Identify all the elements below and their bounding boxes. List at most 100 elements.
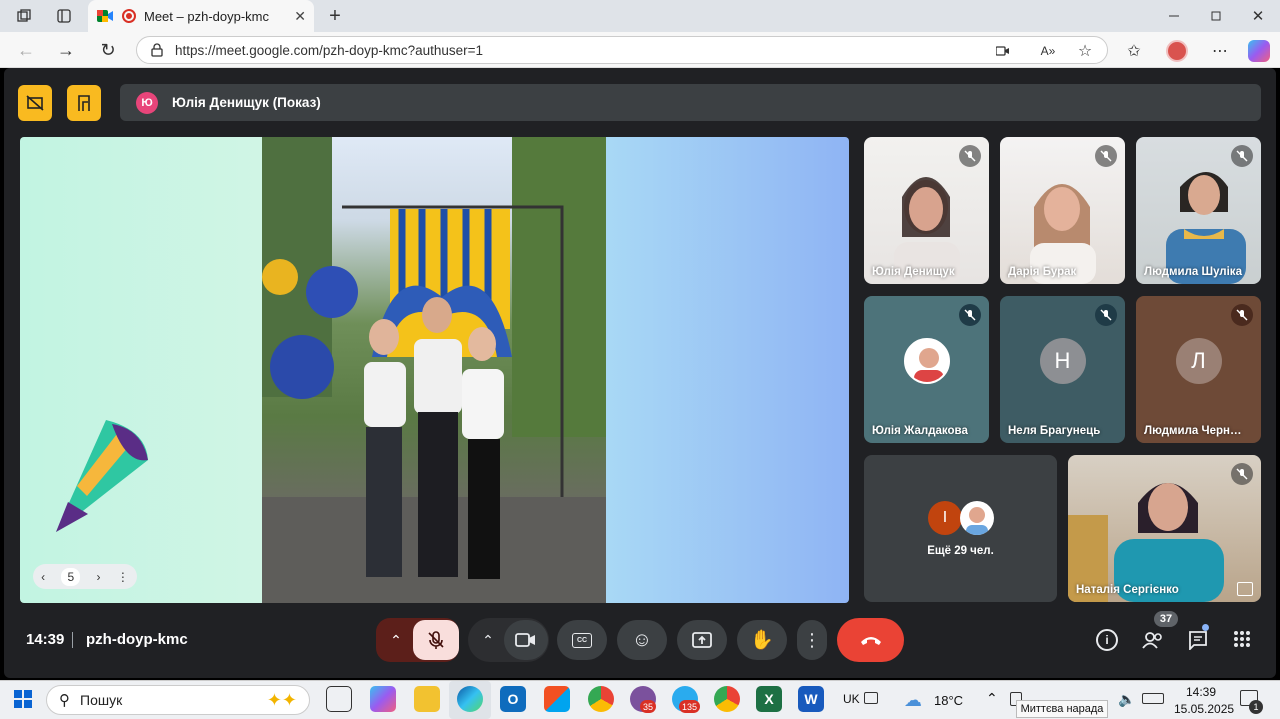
chrome-profile-icon[interactable] — [714, 686, 740, 712]
mic-off-icon — [959, 304, 981, 326]
avatar: Н — [1039, 337, 1086, 384]
new-tab-icon[interactable]: + — [324, 5, 346, 27]
copilot-taskbar-icon[interactable] — [370, 686, 396, 712]
slide-more-icon[interactable]: ⋮ — [117, 570, 129, 584]
forward-icon[interactable]: → — [56, 40, 76, 60]
audio-options-chevron-icon[interactable]: ⌃ — [384, 628, 408, 652]
participant-name: Наталія Сергієнко — [1076, 584, 1179, 596]
profile-avatar[interactable] — [1166, 40, 1188, 62]
participant-name: Дарія Бурак — [1008, 266, 1077, 278]
slide-pager: ‹ 5 › ⋮ — [33, 564, 137, 589]
taskbar-search[interactable]: ⚲ Пошук ✦✦ — [46, 685, 310, 715]
captions-button[interactable]: CC — [557, 620, 607, 660]
participant-tile[interactable]: Наталія Сергієнко — [1068, 455, 1261, 602]
raise-hand-button[interactable]: ✋ — [737, 620, 787, 660]
viber-badge: 35 — [640, 700, 657, 713]
url-text: https://meet.google.com/pzh-doyp-kmc?aut… — [175, 42, 484, 58]
battery-icon[interactable] — [1142, 693, 1164, 704]
other-avatar: І — [928, 501, 962, 535]
next-slide-icon[interactable]: › — [97, 570, 101, 584]
participant-name: Людмила Черн… — [1144, 425, 1242, 437]
meet-favicon-icon — [96, 8, 114, 24]
task-view-icon[interactable] — [326, 686, 352, 712]
favorites-icon[interactable]: ✩ — [1124, 41, 1144, 61]
participant-tile[interactable]: Н Неля Брагунець — [1000, 296, 1125, 443]
keyboard-icon[interactable] — [864, 692, 878, 704]
party-horn-illustration — [52, 416, 152, 536]
close-window-icon[interactable]: ✕ — [1248, 6, 1268, 26]
prev-slide-icon[interactable]: ‹ — [41, 570, 45, 584]
outlook-icon[interactable]: O — [500, 686, 526, 712]
hide-presentation-button[interactable] — [18, 85, 52, 121]
file-explorer-icon[interactable] — [414, 686, 440, 712]
camera-indicator-icon[interactable] — [994, 42, 1012, 60]
leave-call-button[interactable] — [837, 618, 904, 662]
tab-actions-icon[interactable] — [54, 6, 74, 26]
edge-icon[interactable] — [457, 686, 483, 712]
others-count-label: Ещё 29 чел. — [927, 545, 994, 557]
presenter-bar: Ю Юлія Денищук (Показ) — [120, 84, 1261, 121]
close-tab-icon[interactable]: ✕ — [294, 8, 306, 25]
store-icon[interactable] — [544, 686, 570, 712]
maximize-icon[interactable] — [1206, 6, 1226, 26]
others-tile[interactable]: І Ещё 29 чел. — [864, 455, 1057, 602]
layout-button[interactable] — [67, 85, 101, 121]
read-aloud-icon[interactable]: A» — [1038, 42, 1058, 60]
emoji-icon: ☺ — [631, 628, 653, 651]
present-screen-icon — [692, 632, 712, 648]
mic-off-icon — [1231, 463, 1253, 485]
participant-tile[interactable]: Людмила Шуліка — [1136, 137, 1261, 284]
browser-tab-meet[interactable]: Meet – pzh-doyp-kmc ✕ — [88, 0, 314, 32]
back-icon[interactable]: ← — [16, 40, 36, 60]
participant-tile[interactable]: Юлія Жалдакова — [864, 296, 989, 443]
microphone-toggle-button[interactable] — [413, 620, 459, 660]
chrome-icon[interactable] — [588, 686, 614, 712]
hand-icon: ✋ — [750, 630, 774, 651]
taskbar-time[interactable]: 14:39 — [1186, 685, 1216, 699]
mic-off-icon — [959, 145, 981, 167]
more-vert-icon: ⋮ — [803, 629, 821, 650]
workspaces-icon[interactable] — [14, 6, 34, 26]
avatar — [903, 337, 950, 384]
more-menu-icon[interactable]: ⋯ — [1210, 41, 1230, 61]
copilot-icon[interactable] — [1248, 40, 1270, 62]
refresh-icon[interactable]: ↻ — [98, 40, 118, 60]
word-icon[interactable]: W — [798, 686, 824, 712]
camera-toggle-button[interactable] — [504, 620, 548, 660]
participant-tile[interactable]: Л Людмила Черн… — [1136, 296, 1261, 443]
participant-name: Юлія Жалдакова — [872, 425, 968, 437]
taskbar-date[interactable]: 15.05.2025 — [1174, 702, 1234, 716]
favorite-star-icon[interactable]: ☆ — [1075, 41, 1095, 61]
search-highlight-icon: ✦✦ — [266, 689, 297, 710]
meeting-info-icon[interactable]: i — [1096, 629, 1118, 651]
minimize-icon[interactable] — [1164, 6, 1184, 26]
search-icon: ⚲ — [59, 692, 70, 709]
chat-icon[interactable] — [1186, 628, 1210, 652]
excel-icon[interactable]: X — [756, 686, 782, 712]
present-screen-button[interactable] — [677, 620, 727, 660]
video-options-chevron-icon[interactable]: ⌃ — [476, 628, 500, 652]
reactions-button[interactable]: ☺ — [617, 620, 667, 660]
volume-icon[interactable]: 🔈 — [1118, 691, 1135, 708]
tooltip: Миттєва нарада — [1016, 700, 1108, 718]
participant-tile[interactable]: Юлія Денищук — [864, 137, 989, 284]
address-bar[interactable]: https://meet.google.com/pzh-doyp-kmc?aut… — [136, 36, 1108, 64]
activities-grid-icon[interactable] — [1232, 629, 1252, 649]
mic-off-icon — [1095, 145, 1117, 167]
video-camera-icon — [515, 632, 537, 648]
meeting-code: pzh-doyp-kmc — [86, 631, 188, 648]
windows-start-icon[interactable] — [14, 690, 32, 708]
weather-cloud-icon[interactable]: ☁ — [904, 690, 922, 711]
meeting-time: 14:39 — [26, 631, 65, 648]
mic-off-icon — [1231, 145, 1253, 167]
weather-temperature[interactable]: 18°C — [934, 693, 963, 708]
language-indicator[interactable]: UK — [843, 692, 860, 706]
more-options-button[interactable]: ⋮ — [797, 620, 827, 660]
other-avatar-photo — [960, 501, 994, 535]
people-icon[interactable] — [1140, 628, 1166, 652]
presenter-label: Юлія Денищук (Показ) — [172, 95, 321, 110]
participant-tile[interactable]: Дарія Бурак — [1000, 137, 1125, 284]
show-hidden-icons-icon[interactable]: ⌃ — [986, 690, 998, 707]
pip-icon[interactable] — [1237, 582, 1253, 596]
closed-captions-icon: CC — [572, 632, 592, 648]
